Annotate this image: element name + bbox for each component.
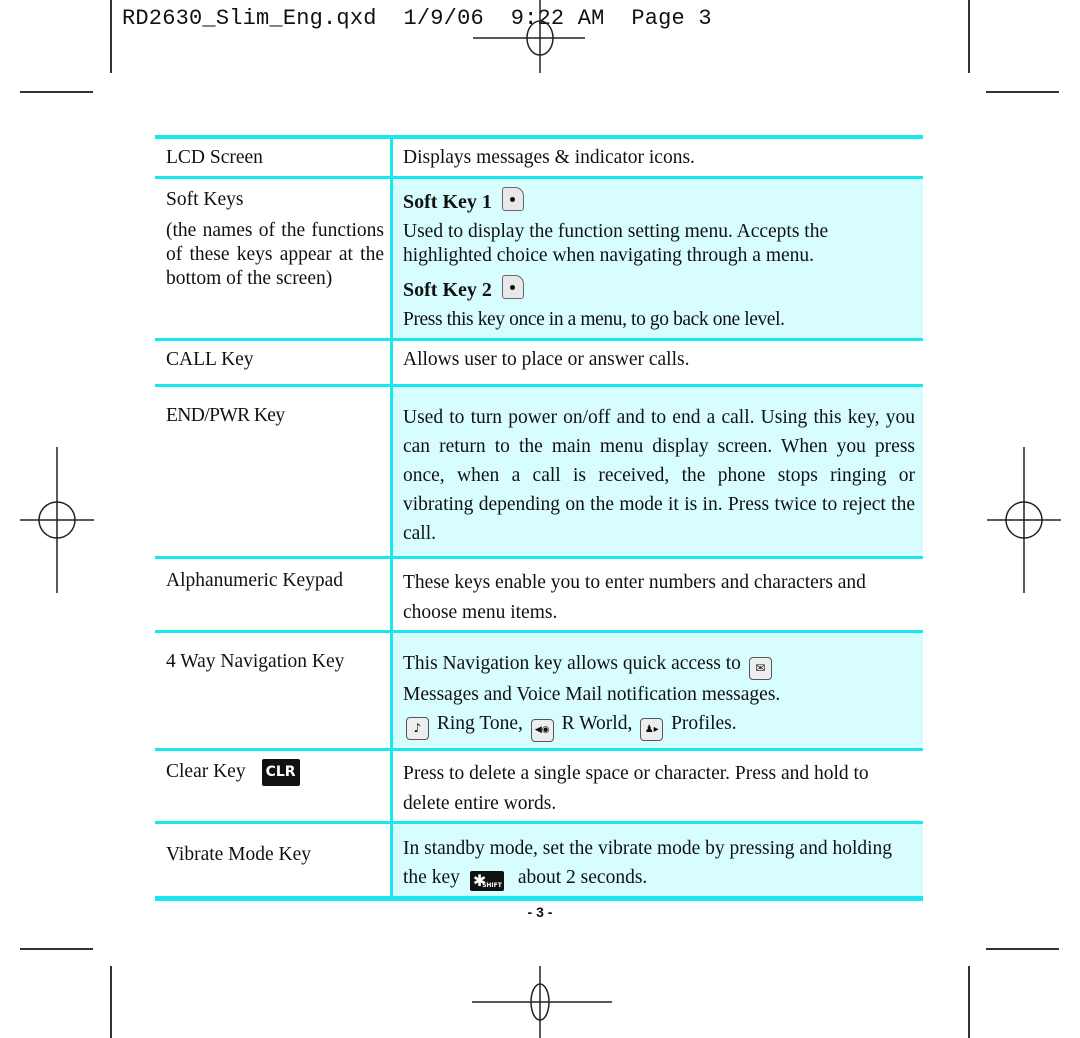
table-row-lcd-screen: LCD Screen Displays messages & indicator…: [155, 139, 923, 179]
r-world-icon: ◀◉: [530, 719, 554, 742]
nav-desc-line-1: This Navigation key allows quick access …: [403, 649, 915, 680]
crop-mark-top-left-v: [110, 0, 112, 73]
key-name: Clear Key: [166, 761, 246, 782]
soft-key-1-text: Used to display the function setting men…: [403, 221, 829, 266]
crop-mark-top-right-h: [986, 91, 1059, 93]
key-name-note: (the names of the functions of these key…: [166, 220, 384, 289]
soft-key-left-icon: [501, 187, 524, 211]
registration-mark-right: [987, 447, 1061, 593]
table-row-soft-keys: Soft Keys (the names of the functions of…: [155, 179, 923, 341]
soft-key-1-heading: Soft Key 1: [403, 187, 915, 215]
key-description: These keys enable you to enter numbers a…: [390, 559, 923, 630]
crop-mark-top-left-h: [20, 91, 93, 93]
key-description-cell: Soft Key 1 Used to display the function …: [390, 179, 923, 338]
key-description: Allows user to place or answer calls.: [390, 341, 923, 384]
soft-key-2-text: Press this key once in a menu, to go bac…: [403, 309, 785, 330]
table-row-vibrate-mode-key: Vibrate Mode Key In standby mode, set th…: [155, 824, 923, 901]
nav-desc-line-2: Messages and Voice Mail notification mes…: [403, 684, 781, 705]
file-slug: RD2630_Slim_Eng.qxd 1/9/06 9:22 AM Page …: [122, 6, 712, 31]
messages-icon: ✉: [748, 657, 772, 680]
slug-page: Page 3: [631, 6, 712, 31]
page-number: - 3 -: [527, 904, 553, 920]
profiles-label: Profiles.: [671, 713, 737, 734]
profiles-icon: ♟▸: [640, 718, 664, 741]
key-name-cell: Soft Keys (the names of the functions of…: [155, 179, 390, 338]
key-description-table: LCD Screen Displays messages & indicator…: [155, 135, 923, 901]
key-name-cell: Clear Key CLR: [155, 751, 390, 821]
key-description: Press to delete a single space or charac…: [390, 751, 923, 821]
star-shift-key-icon: ✱ SHIFT: [469, 871, 504, 891]
slug-filename: RD2630_Slim_Eng.qxd: [122, 6, 377, 31]
registration-mark-top: [473, 0, 585, 73]
table-row-4-way-navigation-key: 4 Way Navigation Key This Navigation key…: [155, 633, 923, 751]
key-name: Vibrate Mode Key: [155, 824, 390, 896]
ring-tone-icon: ♪: [406, 717, 429, 740]
crop-mark-top-right-v: [968, 0, 970, 73]
registration-mark-left: [20, 447, 94, 593]
table-row-clear-key: Clear Key CLR Press to delete a single sp…: [155, 751, 923, 824]
crop-mark-bottom-right-v: [968, 966, 970, 1038]
clr-key-icon: CLR: [261, 759, 300, 786]
key-description-cell: In standby mode, set the vibrate mode by…: [390, 824, 923, 896]
table-row-end-pwr-key: END/PWR Key Used to turn power on/off an…: [155, 387, 923, 559]
table-row-alphanumeric-keypad: Alphanumeric Keypad These keys enable yo…: [155, 559, 923, 633]
registration-mark-bottom: [472, 966, 612, 1038]
key-description-cell: This Navigation key allows quick access …: [390, 633, 923, 748]
ring-tone-label: Ring Tone,: [436, 713, 523, 734]
soft-key-2-heading: Soft Key 2: [403, 275, 915, 303]
key-name: Soft Keys: [166, 189, 244, 210]
key-name: END/PWR Key: [155, 387, 390, 556]
crop-mark-bottom-right-h: [986, 948, 1059, 950]
table-row-call-key: CALL Key Allows user to place or answer …: [155, 341, 923, 387]
key-name: 4 Way Navigation Key: [155, 633, 390, 748]
nav-desc-part1: This Navigation key allows quick access …: [403, 653, 741, 674]
key-name: LCD Screen: [155, 139, 390, 176]
key-description: Used to turn power on/off and to end a c…: [390, 387, 923, 556]
crop-mark-bottom-left-h: [20, 948, 93, 950]
nav-desc-line-3: ♪ Ring Tone, ◀◉ R World, ♟▸ Profiles.: [403, 709, 915, 742]
crop-mark-bottom-left-v: [110, 966, 112, 1038]
soft-key-right-icon: [501, 275, 524, 299]
shift-label: SHIFT: [482, 882, 502, 889]
soft-key-2-title: Soft Key 2: [403, 279, 492, 301]
key-description: Displays messages & indicator icons.: [390, 139, 923, 176]
r-world-label: R World,: [561, 713, 633, 734]
soft-key-1-title: Soft Key 1: [403, 191, 492, 213]
key-name: Alphanumeric Keypad: [155, 559, 390, 630]
key-name: CALL Key: [155, 341, 390, 384]
vibrate-desc-part2: about 2 seconds.: [517, 867, 648, 888]
